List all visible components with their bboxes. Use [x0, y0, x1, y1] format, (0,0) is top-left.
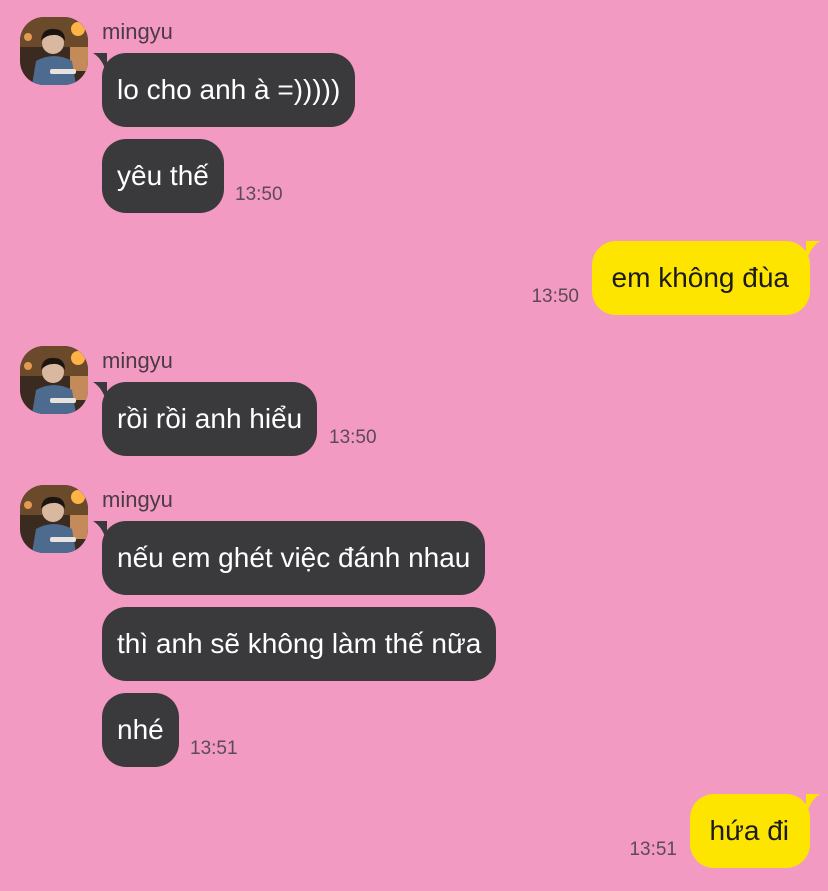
- chat-thread: mingyu lo cho anh à =))))) yêu thế 13:50 em …: [0, 0, 828, 891]
- incoming-message-bubble[interactable]: lo cho anh à =))))): [93, 53, 356, 127]
- bubble-tail: [93, 521, 107, 543]
- bubble-tail: [806, 241, 820, 263]
- message-timestamp: 13:50: [235, 184, 283, 205]
- message-text: nếu em ghét việc đánh nhau: [117, 542, 471, 573]
- incoming-message-bubble[interactable]: rồi rồi anh hiểu: [93, 382, 318, 456]
- outgoing-message-bubble[interactable]: em không đùa: [591, 241, 820, 315]
- message-timestamp: 13:51: [190, 738, 238, 759]
- message-timestamp: 13:50: [329, 427, 377, 448]
- bubble-tail: [93, 382, 107, 404]
- avatar[interactable]: [20, 346, 88, 414]
- profile-photo-icon: [20, 17, 88, 85]
- message-text: em không đùa: [611, 262, 789, 293]
- message-text: rồi rồi anh hiểu: [117, 403, 303, 434]
- sender-name[interactable]: mingyu: [102, 19, 173, 45]
- avatar[interactable]: [20, 485, 88, 553]
- incoming-message-bubble[interactable]: nhé: [102, 693, 179, 767]
- bubble-tail: [806, 794, 820, 816]
- sender-name[interactable]: mingyu: [102, 348, 173, 374]
- incoming-message-bubble[interactable]: yêu thế: [102, 139, 224, 213]
- message-text: nhé: [117, 714, 164, 745]
- incoming-message-bubble[interactable]: nếu em ghét việc đánh nhau: [93, 521, 486, 595]
- avatar[interactable]: [20, 17, 88, 85]
- message-timestamp: 13:50: [531, 286, 579, 307]
- sender-name[interactable]: mingyu: [102, 487, 173, 513]
- outgoing-message-bubble[interactable]: hứa đi: [689, 794, 820, 868]
- profile-photo-icon: [20, 485, 88, 553]
- message-text: thì anh sẽ không làm thế nữa: [117, 628, 482, 659]
- profile-photo-icon: [20, 346, 88, 414]
- incoming-message-bubble[interactable]: thì anh sẽ không làm thế nữa: [102, 607, 497, 681]
- message-text: lo cho anh à =))))): [117, 74, 341, 105]
- message-text: hứa đi: [709, 815, 789, 846]
- bubble-tail: [93, 53, 107, 75]
- message-text: yêu thế: [117, 160, 209, 191]
- message-timestamp: 13:51: [629, 839, 677, 860]
